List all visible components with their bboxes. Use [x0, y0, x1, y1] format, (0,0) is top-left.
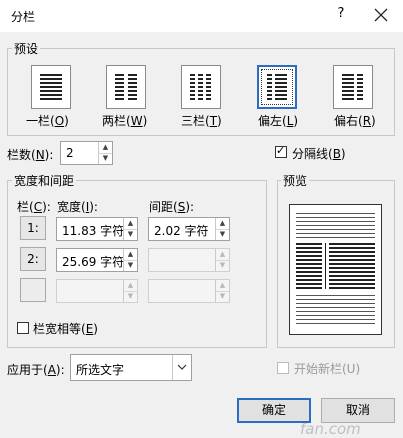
new-column-checkbox — [277, 362, 289, 374]
columns-spin[interactable]: ▲ ▼ — [98, 142, 112, 164]
two-columns-icon — [115, 74, 137, 100]
preset-one-column-label[interactable]: 一栏(O) — [26, 112, 69, 129]
width-header: 宽度(I): — [57, 200, 98, 214]
width-input-3: ▲ ▼ — [56, 279, 138, 303]
watermark: fan.com — [300, 420, 361, 438]
col-header: 栏(C): — [17, 200, 51, 214]
equal-width-checkbox[interactable] — [17, 322, 29, 334]
spacing-input-1[interactable]: 2.02 字符 ▲ ▼ — [148, 217, 230, 241]
columns-label: 栏数(N): — [7, 148, 54, 162]
one-column-icon — [40, 74, 62, 100]
apply-to-select[interactable]: 所选文字 — [70, 354, 192, 381]
preset-three-columns-label[interactable]: 三栏(T) — [181, 112, 222, 129]
preset-three-columns[interactable] — [181, 65, 221, 109]
help-button[interactable]: ? — [333, 6, 349, 24]
spacing-header: 间距(S): — [149, 200, 195, 214]
close-icon[interactable] — [372, 6, 390, 24]
three-columns-icon — [190, 74, 211, 100]
dialog-title: 分栏 — [11, 10, 36, 24]
columns-stepper[interactable]: 2 ▲ ▼ — [60, 141, 113, 165]
spacing-value-1: 2.02 字符 — [154, 224, 209, 238]
preset-two-columns[interactable] — [106, 65, 146, 109]
spin-down-icon[interactable]: ▼ — [124, 260, 137, 271]
separator-checkbox[interactable] — [275, 144, 287, 158]
apply-to-label: 应用于(A): — [7, 363, 65, 377]
spin-down-icon: ▼ — [219, 261, 226, 269]
apply-to-value: 所选文字 — [76, 363, 125, 377]
spacing-spin-1[interactable]: ▲ ▼ — [215, 218, 229, 240]
width-spin-1[interactable]: ▲ ▼ — [123, 218, 137, 240]
spin-down-icon: ▼ — [219, 292, 226, 300]
separator-label[interactable]: 分隔线(B) — [292, 145, 346, 162]
column-number-2[interactable]: 2: — [20, 247, 46, 271]
columns-value: 2 — [66, 146, 74, 160]
preset-two-columns-label[interactable]: 两栏(W) — [102, 112, 147, 129]
spin-down-icon[interactable]: ▼ — [216, 229, 229, 240]
spin-down-icon: ▼ — [127, 292, 134, 300]
new-column-label: 开始新栏(U) — [294, 362, 361, 376]
preset-right[interactable] — [333, 65, 373, 109]
width-spin-3: ▲ ▼ — [123, 280, 137, 302]
right-column-icon — [342, 74, 363, 100]
preset-left[interactable] — [257, 65, 297, 109]
preview-group-label: 预览 — [281, 172, 310, 189]
width-input-2[interactable]: 25.69 字符 ▲ ▼ — [56, 248, 138, 272]
width-spacing-group-label: 宽度和间距 — [12, 172, 77, 189]
left-column-icon — [267, 74, 287, 100]
preset-one-column[interactable] — [31, 65, 71, 109]
chevron-down-icon[interactable] — [172, 355, 191, 380]
width-value-2: 25.69 字符 — [62, 255, 125, 269]
spacing-spin-3: ▲ ▼ — [215, 280, 229, 302]
column-number-3 — [20, 278, 46, 302]
presets-group-label: 预设 — [12, 40, 41, 57]
preset-right-label[interactable]: 偏右(R) — [334, 112, 376, 129]
spacing-input-2: ▲ ▼ — [148, 248, 230, 272]
column-number-1[interactable]: 1: — [20, 216, 46, 240]
width-spin-2[interactable]: ▲ ▼ — [123, 249, 137, 271]
spacing-spin-2: ▲ ▼ — [215, 249, 229, 271]
preview-page — [289, 204, 382, 335]
equal-width-label[interactable]: 栏宽相等(E) — [33, 320, 98, 337]
spin-down-icon[interactable]: ▼ — [124, 229, 137, 240]
width-input-1[interactable]: 11.83 字符 ▲ ▼ — [56, 217, 138, 241]
width-value-1: 11.83 字符 — [62, 224, 125, 238]
spacing-input-3: ▲ ▼ — [148, 279, 230, 303]
preset-left-label[interactable]: 偏左(L) — [258, 112, 298, 129]
spin-down-icon[interactable]: ▼ — [99, 153, 112, 164]
